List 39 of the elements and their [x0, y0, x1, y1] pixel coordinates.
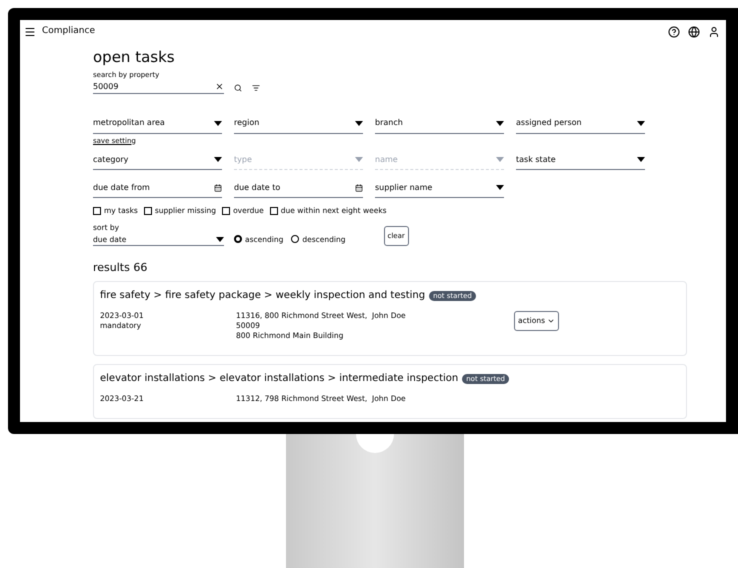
select-field[interactable]: task state [516, 150, 645, 170]
radio-button[interactable] [291, 235, 300, 244]
app-title: Compliance [42, 25, 95, 38]
caret-icon [214, 157, 222, 162]
checkbox[interactable] [222, 206, 230, 215]
globe-icon[interactable] [688, 26, 700, 38]
select-field[interactable]: category [93, 150, 222, 170]
caret-icon [496, 157, 504, 162]
caret-icon [637, 120, 645, 126]
select-field[interactable]: region [234, 114, 363, 134]
page-title: open tasks [93, 48, 176, 66]
checkbox[interactable] [270, 206, 278, 215]
filter-icon[interactable] [252, 84, 260, 92]
checkbox[interactable] [93, 206, 101, 215]
date-field[interactable]: due date to [234, 178, 363, 198]
caret-icon [216, 236, 224, 242]
caret-icon [637, 157, 645, 162]
select-field[interactable]: branch [375, 114, 504, 134]
caret-icon [355, 157, 363, 162]
task-title: fire safety > fire safety package > weekly inspection and testing [100, 289, 426, 304]
user-icon[interactable] [708, 26, 720, 38]
caret-icon [214, 120, 222, 126]
help-icon[interactable] [668, 26, 680, 38]
select-field[interactable]: assigned person [516, 114, 645, 134]
calendar-icon [355, 184, 363, 192]
search-icon[interactable] [234, 84, 242, 92]
clear-icon[interactable] [215, 82, 224, 91]
task-title: elevator installations > elevator installations > intermediate inspection [100, 372, 458, 386]
menu-icon[interactable] [24, 26, 36, 38]
date-field[interactable]: due date from [93, 178, 222, 198]
calendar-icon [214, 184, 222, 192]
select-field[interactable]: supplier name [375, 178, 504, 198]
results-title: results 66 [93, 260, 148, 276]
caret-icon [355, 120, 363, 126]
radio-button[interactable] [234, 235, 242, 244]
select-field[interactable]: metropolitan area [93, 114, 222, 134]
caret-icon [496, 120, 504, 126]
checkbox[interactable] [144, 206, 152, 215]
caret-icon [496, 185, 504, 190]
